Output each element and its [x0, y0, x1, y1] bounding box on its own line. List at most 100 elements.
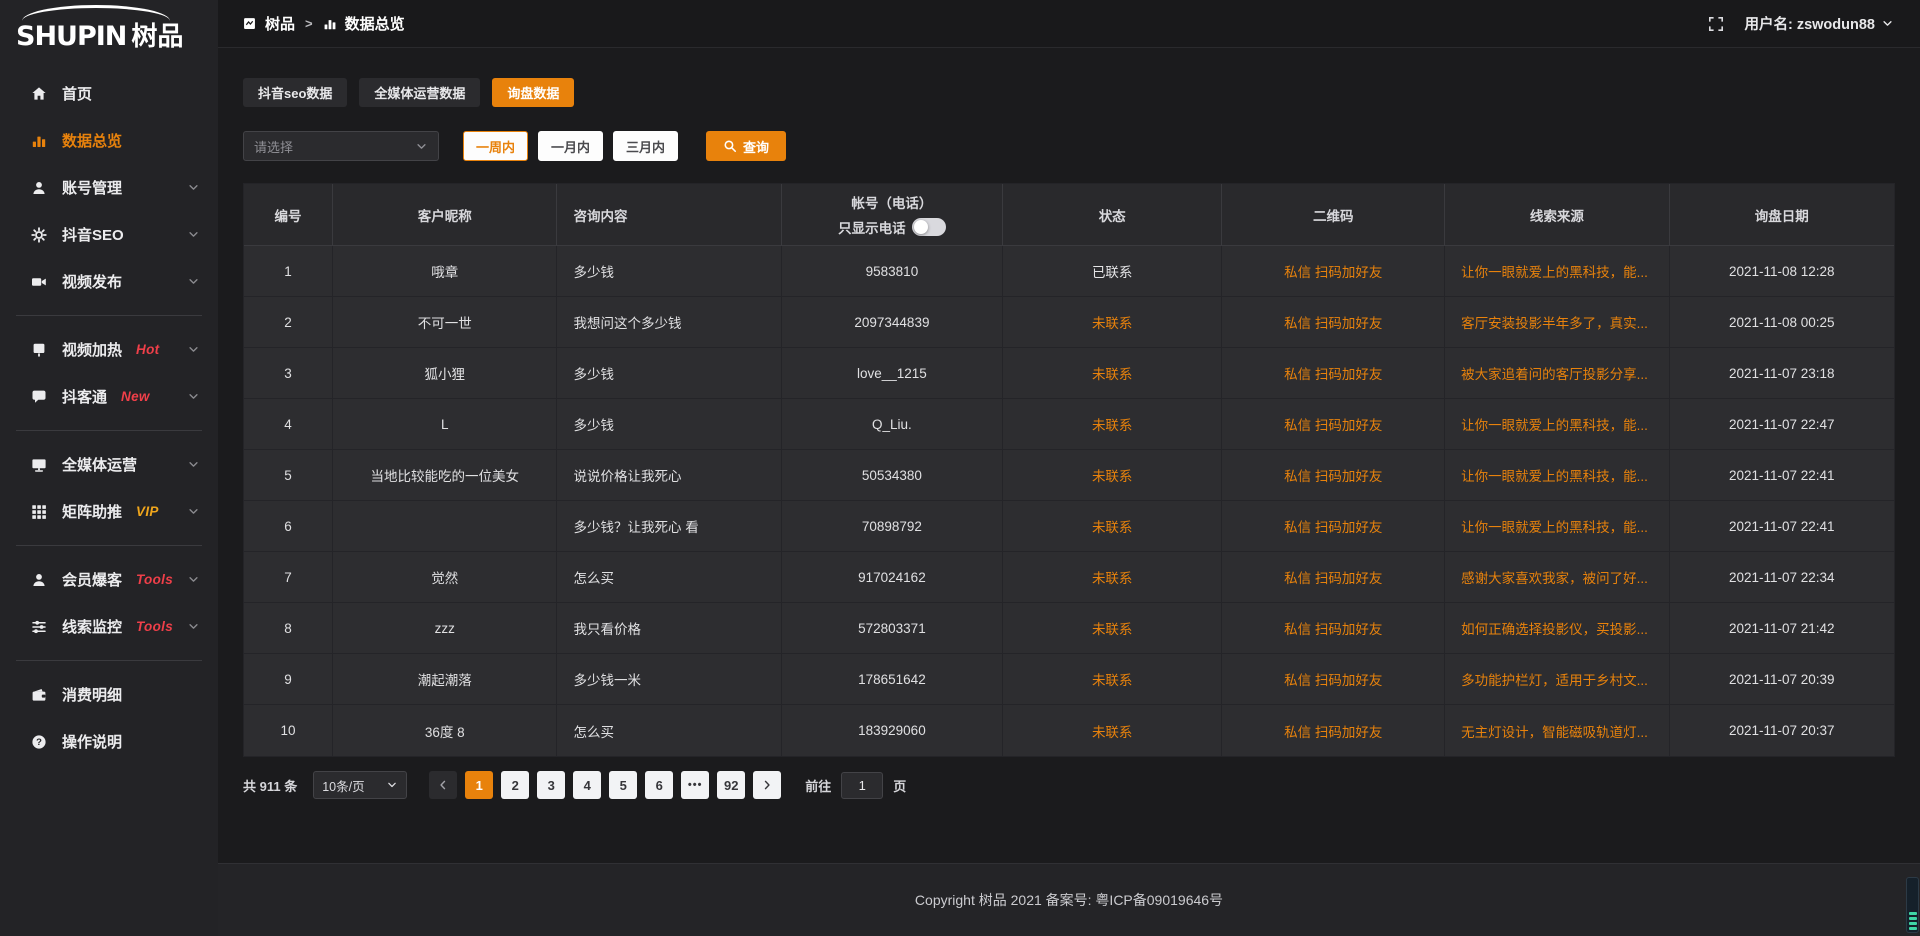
source-link[interactable]: 让你一眼就爱上的黑科技，能...: [1461, 520, 1648, 535]
qrcode-link[interactable]: 私信 扫码加好友: [1284, 316, 1382, 331]
page-button-4[interactable]: 4: [573, 771, 601, 799]
sidebar-item-label: 线索监控: [62, 616, 122, 637]
qrcode-link[interactable]: 私信 扫码加好友: [1284, 622, 1382, 637]
page-button-1[interactable]: 1: [465, 771, 493, 799]
tab-douyin-seo-data[interactable]: 抖音seo数据: [243, 78, 347, 107]
chevron-down-icon: [187, 343, 200, 356]
source-link[interactable]: 让你一眼就爱上的黑科技，能...: [1461, 469, 1648, 484]
prev-page-button[interactable]: [429, 771, 457, 799]
fullscreen-icon[interactable]: [1708, 16, 1724, 32]
phone-only-label: 只显示电话: [838, 217, 906, 237]
sidebar-item-matrix-boost[interactable]: 矩阵助推VIP: [0, 488, 218, 535]
sidebar-divider: [16, 545, 202, 546]
sidebar-item-lead-monitor[interactable]: 线索监控Tools: [0, 603, 218, 650]
cell-nickname: 哦章: [333, 246, 557, 297]
badge-hot: Hot: [136, 342, 159, 357]
cell-id: 8: [244, 603, 333, 654]
user-menu[interactable]: 用户名: zswodun88: [1744, 13, 1894, 34]
sidebar-item-member-leads[interactable]: 会员爆客Tools: [0, 556, 218, 603]
cell-status: 未联系: [1003, 399, 1222, 450]
cell-source: 让你一眼就爱上的黑科技，能...: [1445, 450, 1669, 501]
tab-inquiry-data[interactable]: 询盘数据: [492, 78, 574, 107]
member-icon: [30, 571, 47, 588]
chevron-down-icon: [187, 620, 200, 633]
qrcode-link[interactable]: 私信 扫码加好友: [1284, 520, 1382, 535]
cell-source: 客厅安装投影半年多了，真实...: [1445, 297, 1669, 348]
source-link[interactable]: 无主灯设计，智能磁吸轨道灯...: [1461, 725, 1648, 740]
cell-status: 未联系: [1003, 654, 1222, 705]
qrcode-link[interactable]: 私信 扫码加好友: [1284, 265, 1382, 280]
page-button-3[interactable]: 3: [537, 771, 565, 799]
cell-nickname: 36度 8: [333, 705, 557, 756]
page-button-92[interactable]: 92: [717, 771, 745, 799]
sidebar-item-douketong[interactable]: 抖客通New: [0, 373, 218, 420]
cell-id: 6: [244, 501, 333, 552]
sidebar-item-consumption-detail[interactable]: 消费明细: [0, 671, 218, 718]
filter-select[interactable]: 请选择: [243, 131, 439, 161]
page-button-2[interactable]: 2: [501, 771, 529, 799]
period-button-quarter[interactable]: 三月内: [613, 131, 678, 161]
column-header-2: 咨询内容: [557, 184, 781, 246]
cell-qrcode: 私信 扫码加好友: [1222, 450, 1445, 501]
qrcode-link[interactable]: 私信 扫码加好友: [1284, 725, 1382, 740]
cell-status: 未联系: [1003, 501, 1222, 552]
cell-content: 多少钱: [557, 246, 781, 297]
source-link[interactable]: 感谢大家喜欢我家，被问了好...: [1461, 571, 1648, 586]
cell-nickname: 觉然: [333, 552, 557, 603]
chevron-down-icon: [187, 275, 200, 288]
cell-content: 说说价格让我死心: [557, 450, 781, 501]
period-button-month[interactable]: 一月内: [538, 131, 603, 161]
table-row: 5当地比较能吃的一位美女说说价格让我死心50534380未联系 私信 扫码加好友 让…: [244, 450, 1894, 501]
cell-account: 50534380: [782, 450, 1003, 501]
qrcode-link[interactable]: 私信 扫码加好友: [1284, 418, 1382, 433]
cell-qrcode: 私信 扫码加好友: [1222, 297, 1445, 348]
next-page-button[interactable]: [753, 771, 781, 799]
cell-account: 70898792: [782, 501, 1003, 552]
footer: Copyright 树品 2021 备案号: 粤ICP备09019646号: [218, 863, 1920, 936]
source-link[interactable]: 让你一眼就爱上的黑科技，能...: [1461, 418, 1648, 433]
sidebar-item-media-operation[interactable]: 全媒体运营: [0, 441, 218, 488]
gear-icon: [30, 226, 47, 243]
sidebar-item-video-heat[interactable]: 视频加热Hot: [0, 326, 218, 373]
source-link[interactable]: 客厅安装投影半年多了，真实...: [1461, 316, 1648, 331]
cell-content: 我想问这个多少钱: [557, 297, 781, 348]
chevron-down-icon: [187, 181, 200, 194]
sidebar-item-home[interactable]: 首页: [0, 70, 218, 117]
period-button-week[interactable]: 一周内: [463, 131, 528, 161]
badge-tools: Tools: [136, 572, 173, 587]
cell-status: 未联系: [1003, 705, 1222, 756]
sidebar-item-operation-guide[interactable]: ?操作说明: [0, 718, 218, 765]
page-ellipsis-button[interactable]: •••: [681, 771, 709, 799]
cell-status: 未联系: [1003, 450, 1222, 501]
breadcrumb-root[interactable]: 树品: [265, 13, 295, 34]
cell-status: 未联系: [1003, 297, 1222, 348]
sidebar-menu: 首页数据总览账号管理抖音SEO视频发布视频加热Hot抖客通New 全媒体运营矩阵助…: [0, 58, 218, 765]
cell-date: 2021-11-08 12:28: [1670, 246, 1894, 297]
qrcode-link[interactable]: 私信 扫码加好友: [1284, 673, 1382, 688]
question-icon: ?: [30, 733, 47, 750]
cell-date: 2021-11-07 22:41: [1670, 501, 1894, 552]
source-link[interactable]: 让你一眼就爱上的黑科技，能...: [1461, 265, 1648, 280]
sidebar-item-account-management[interactable]: 账号管理: [0, 164, 218, 211]
page-button-6[interactable]: 6: [645, 771, 673, 799]
source-link[interactable]: 如何正确选择投影仪，买投影...: [1461, 622, 1648, 637]
page-button-5[interactable]: 5: [609, 771, 637, 799]
page-size-select[interactable]: 10条/页: [313, 771, 407, 799]
chevron-down-icon: [187, 458, 200, 471]
source-link[interactable]: 被大家追着问的客厅投影分享...: [1461, 367, 1648, 382]
goto-page-input[interactable]: [841, 772, 883, 799]
sidebar-item-douyin-seo[interactable]: 抖音SEO: [0, 211, 218, 258]
source-link[interactable]: 多功能护栏灯，适用于乡村文...: [1461, 673, 1648, 688]
tab-media-operation-data[interactable]: 全媒体运营数据: [359, 78, 480, 107]
cell-content: 多少钱: [557, 399, 781, 450]
query-button[interactable]: 查询: [706, 131, 786, 161]
sidebar-item-data-overview[interactable]: 数据总览: [0, 117, 218, 164]
qrcode-link[interactable]: 私信 扫码加好友: [1284, 469, 1382, 484]
cell-id: 5: [244, 450, 333, 501]
app-icon: [242, 16, 257, 31]
cell-nickname: 当地比较能吃的一位美女: [333, 450, 557, 501]
qrcode-link[interactable]: 私信 扫码加好友: [1284, 367, 1382, 382]
qrcode-link[interactable]: 私信 扫码加好友: [1284, 571, 1382, 586]
phone-only-toggle[interactable]: [912, 218, 946, 236]
sidebar-item-video-publish[interactable]: 视频发布: [0, 258, 218, 305]
